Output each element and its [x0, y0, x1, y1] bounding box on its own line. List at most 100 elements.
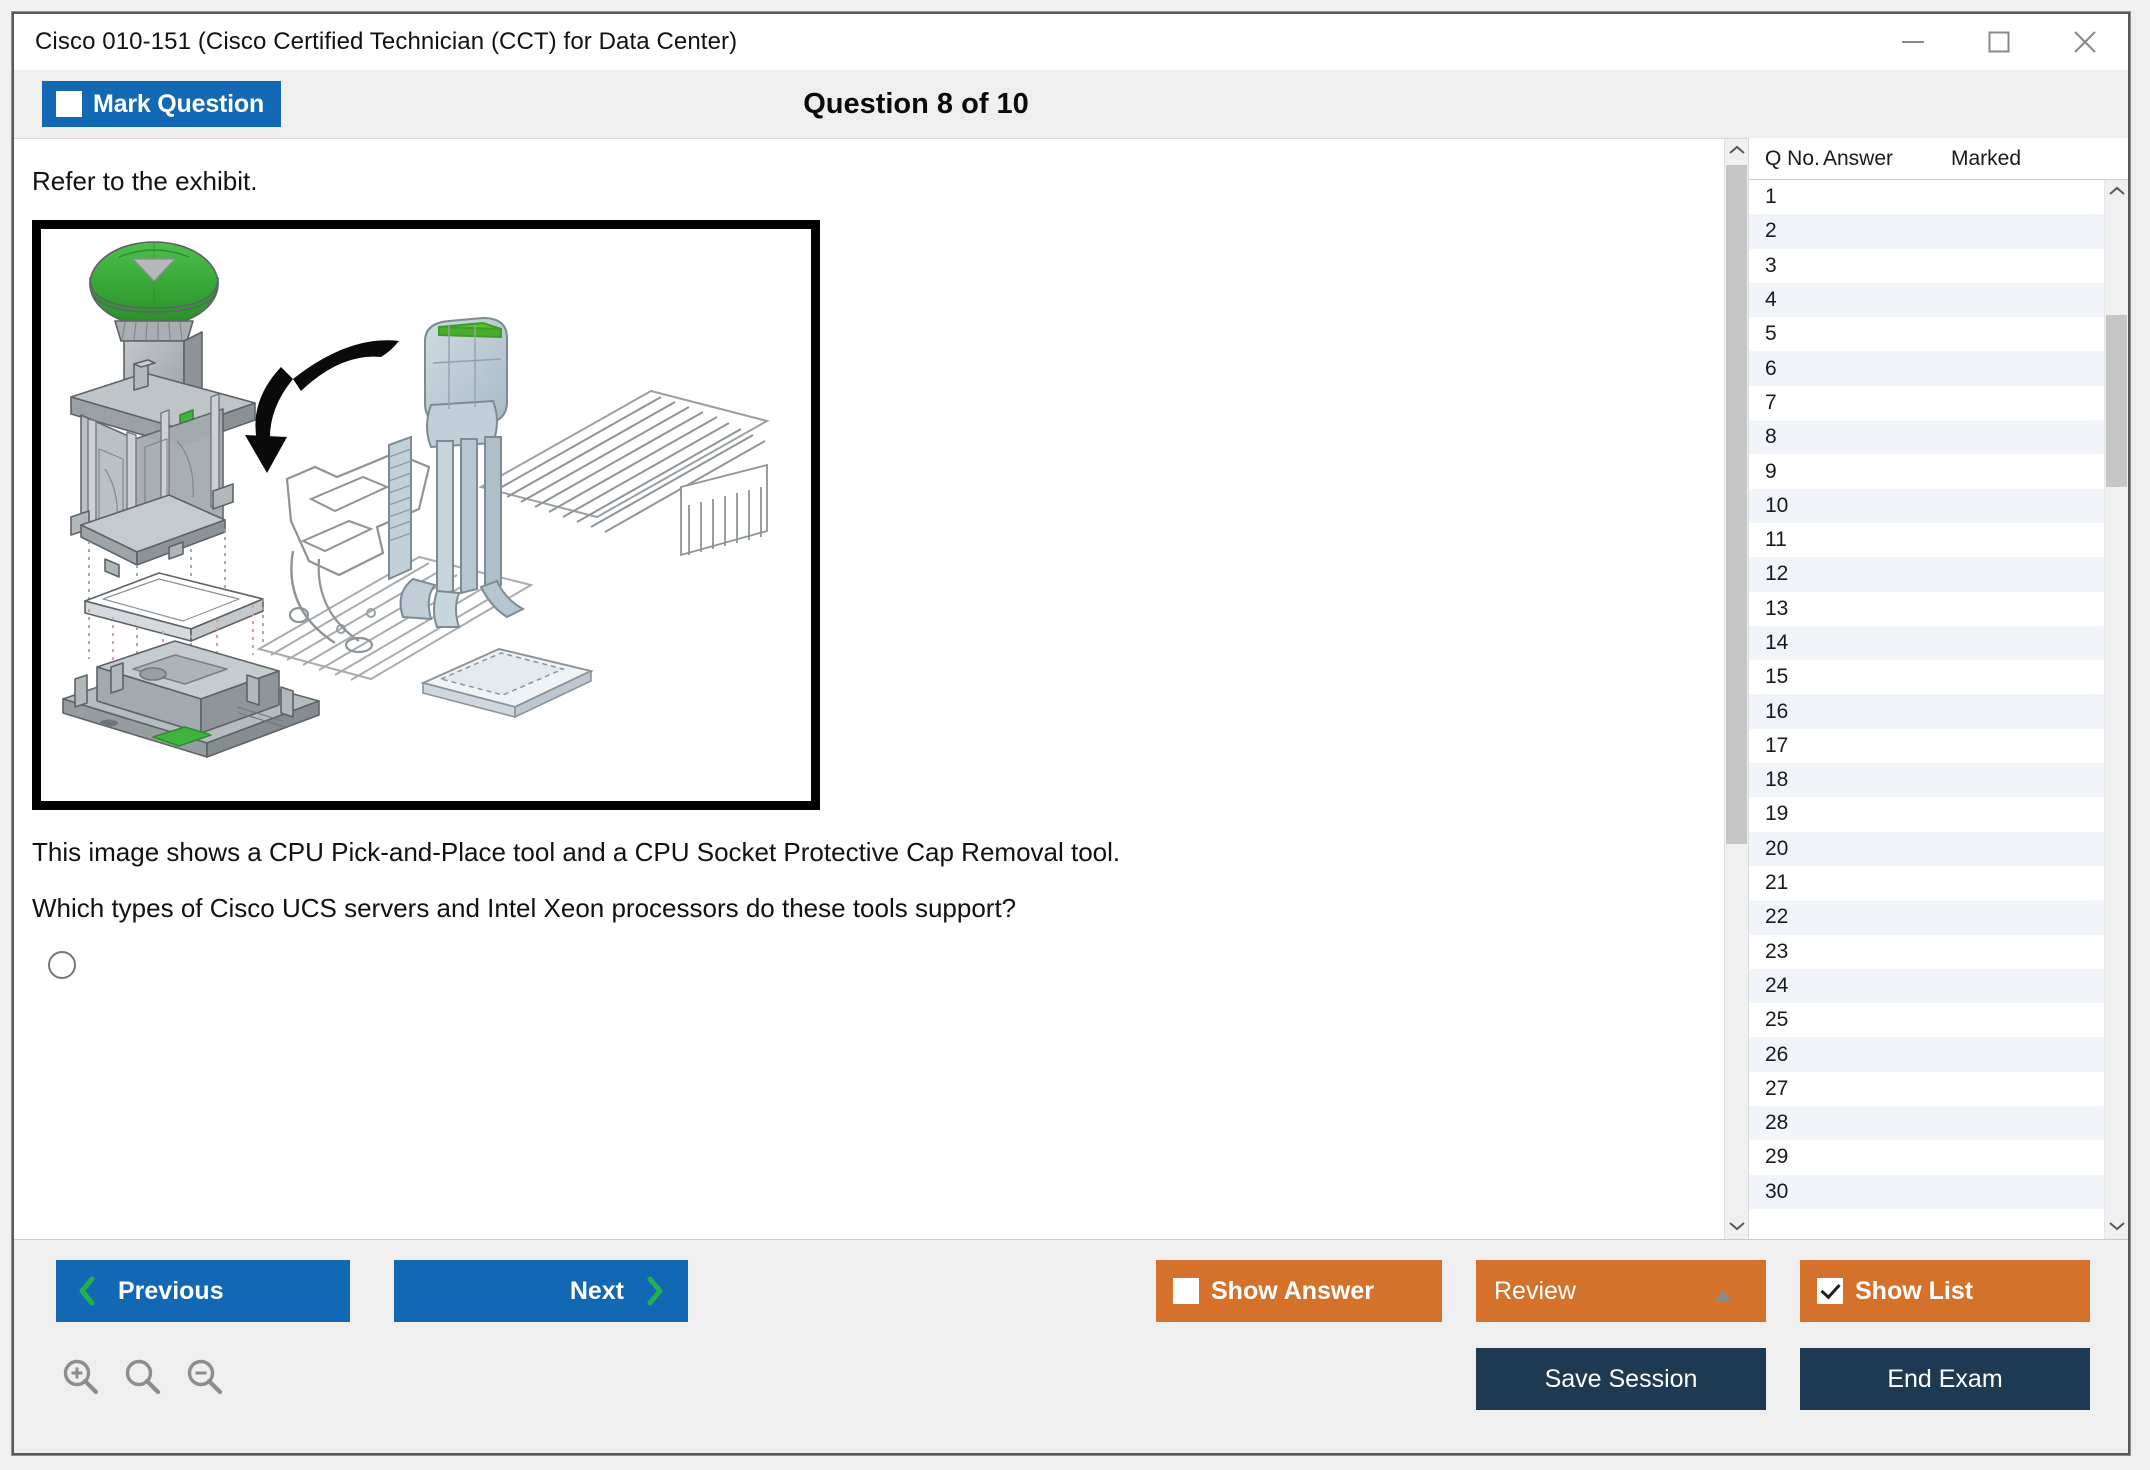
close-button[interactable]: [2042, 14, 2128, 70]
question-number: 14: [1749, 631, 1823, 655]
show-answer-button[interactable]: Show Answer: [1156, 1260, 1442, 1322]
question-list-row[interactable]: 27: [1749, 1072, 2104, 1106]
end-exam-label: End Exam: [1887, 1365, 2002, 1394]
question-list-row[interactable]: 5: [1749, 317, 2104, 351]
triangle-up-icon: [1712, 1282, 1734, 1311]
question-list-row[interactable]: 26: [1749, 1037, 2104, 1071]
maximize-button[interactable]: [1956, 14, 2042, 70]
question-list-row[interactable]: 30: [1749, 1175, 2104, 1209]
question-list-row[interactable]: 20: [1749, 832, 2104, 866]
zoom-out-button[interactable]: [174, 1346, 236, 1408]
column-header-marked: Marked: [1951, 147, 2081, 171]
content-scrollbar[interactable]: [1724, 139, 1748, 1239]
question-number: 7: [1749, 391, 1823, 415]
list-scroll-down-button[interactable]: [2105, 1215, 2128, 1239]
window-title: Cisco 010-151 (Cisco Certified Technicia…: [35, 28, 737, 56]
question-number: 28: [1749, 1111, 1823, 1135]
question-content-pane: Refer to the exhibit.: [14, 138, 1748, 1239]
question-list-row[interactable]: 22: [1749, 900, 2104, 934]
scroll-up-button[interactable]: [1725, 139, 1748, 163]
question-list-row[interactable]: 11: [1749, 523, 2104, 557]
question-list-rows: 1234567891011121314151617181920212223242…: [1749, 180, 2104, 1239]
question-list-row[interactable]: 6: [1749, 351, 2104, 385]
question-stem-line-2: Which types of Cisco UCS servers and Int…: [32, 892, 1748, 925]
show-list-button[interactable]: Show List: [1800, 1260, 2090, 1322]
question-list-row[interactable]: 25: [1749, 1003, 2104, 1037]
question-number: 13: [1749, 597, 1823, 621]
question-list-row[interactable]: 29: [1749, 1140, 2104, 1174]
question-number: 24: [1749, 974, 1823, 998]
zoom-in-button[interactable]: [50, 1346, 112, 1408]
question-number: 29: [1749, 1145, 1823, 1169]
refer-to-exhibit-text: Refer to the exhibit.: [32, 165, 1748, 198]
question-number: 3: [1749, 254, 1823, 278]
chevron-left-icon: [78, 1276, 96, 1306]
answer-option-radio[interactable]: [48, 951, 76, 979]
review-button[interactable]: Review: [1476, 1260, 1766, 1322]
show-list-checkbox[interactable]: [1817, 1278, 1843, 1304]
save-session-button[interactable]: Save Session: [1476, 1348, 1766, 1410]
question-list-row[interactable]: 17: [1749, 729, 2104, 763]
chevron-up-icon: [2109, 183, 2125, 201]
exam-window: Cisco 010-151 (Cisco Certified Technicia…: [12, 12, 2130, 1455]
question-list-row[interactable]: 2: [1749, 214, 2104, 248]
exhibit-image[interactable]: [32, 220, 820, 810]
question-list-row[interactable]: 3: [1749, 249, 2104, 283]
mark-question-checkbox[interactable]: [56, 91, 82, 117]
question-list-row[interactable]: 14: [1749, 626, 2104, 660]
question-list-scrollbar[interactable]: [2104, 180, 2128, 1239]
question-list-row[interactable]: 23: [1749, 935, 2104, 969]
close-icon: [2071, 28, 2099, 56]
question-list-row[interactable]: 8: [1749, 420, 2104, 454]
question-number: 26: [1749, 1043, 1823, 1067]
question-number: 4: [1749, 288, 1823, 312]
scroll-down-button[interactable]: [1725, 1215, 1748, 1239]
question-list-row[interactable]: 16: [1749, 694, 2104, 728]
show-answer-checkbox[interactable]: [1173, 1278, 1199, 1304]
minimize-button[interactable]: [1870, 14, 1956, 70]
question-list-body: 1234567891011121314151617181920212223242…: [1749, 180, 2128, 1239]
end-exam-button[interactable]: End Exam: [1800, 1348, 2090, 1410]
question-number: 21: [1749, 871, 1823, 895]
list-scroll-track[interactable]: [2105, 204, 2128, 1215]
question-header-bar: Mark Question Question 8 of 10: [14, 70, 2128, 138]
show-answer-label: Show Answer: [1211, 1277, 1374, 1306]
next-button[interactable]: Next: [394, 1260, 688, 1322]
window-controls: [1870, 14, 2128, 70]
list-scroll-up-button[interactable]: [2105, 180, 2128, 204]
chevron-down-icon: [1729, 1218, 1745, 1236]
question-number: 23: [1749, 940, 1823, 964]
question-list-row[interactable]: 24: [1749, 969, 2104, 1003]
question-list-row[interactable]: 7: [1749, 386, 2104, 420]
question-number: 30: [1749, 1180, 1823, 1204]
question-list-row[interactable]: 1: [1749, 180, 2104, 214]
list-scroll-thumb[interactable]: [2106, 315, 2127, 487]
body-area: Refer to the exhibit.: [14, 138, 2128, 1239]
question-content: Refer to the exhibit.: [14, 139, 1748, 1239]
zoom-reset-button[interactable]: [112, 1346, 174, 1408]
content-scroll-thumb[interactable]: [1726, 165, 1747, 844]
question-list-row[interactable]: 4: [1749, 283, 2104, 317]
question-list-row[interactable]: 28: [1749, 1106, 2104, 1140]
question-list-row[interactable]: 13: [1749, 592, 2104, 626]
question-list-row[interactable]: 10: [1749, 489, 2104, 523]
mark-question-button[interactable]: Mark Question: [42, 81, 281, 127]
question-number: 16: [1749, 700, 1823, 724]
content-scroll-track[interactable]: [1725, 163, 1748, 1215]
question-number: 19: [1749, 802, 1823, 826]
question-list-row[interactable]: 12: [1749, 557, 2104, 591]
question-number: 22: [1749, 905, 1823, 929]
question-list-row[interactable]: 19: [1749, 797, 2104, 831]
question-list-row[interactable]: 21: [1749, 866, 2104, 900]
chevron-down-icon: [2109, 1218, 2125, 1236]
question-list-row[interactable]: 9: [1749, 454, 2104, 488]
question-number: 12: [1749, 562, 1823, 586]
question-list-row[interactable]: 15: [1749, 660, 2104, 694]
zoom-reset-icon: [122, 1356, 164, 1398]
question-list-header: Q No. Answer Marked: [1749, 138, 2128, 180]
previous-button[interactable]: Previous: [56, 1260, 350, 1322]
minimize-icon: [1900, 35, 1926, 49]
question-list-row[interactable]: 18: [1749, 763, 2104, 797]
chevron-up-icon: [1729, 142, 1745, 160]
exhibit-illustration: [41, 229, 811, 801]
